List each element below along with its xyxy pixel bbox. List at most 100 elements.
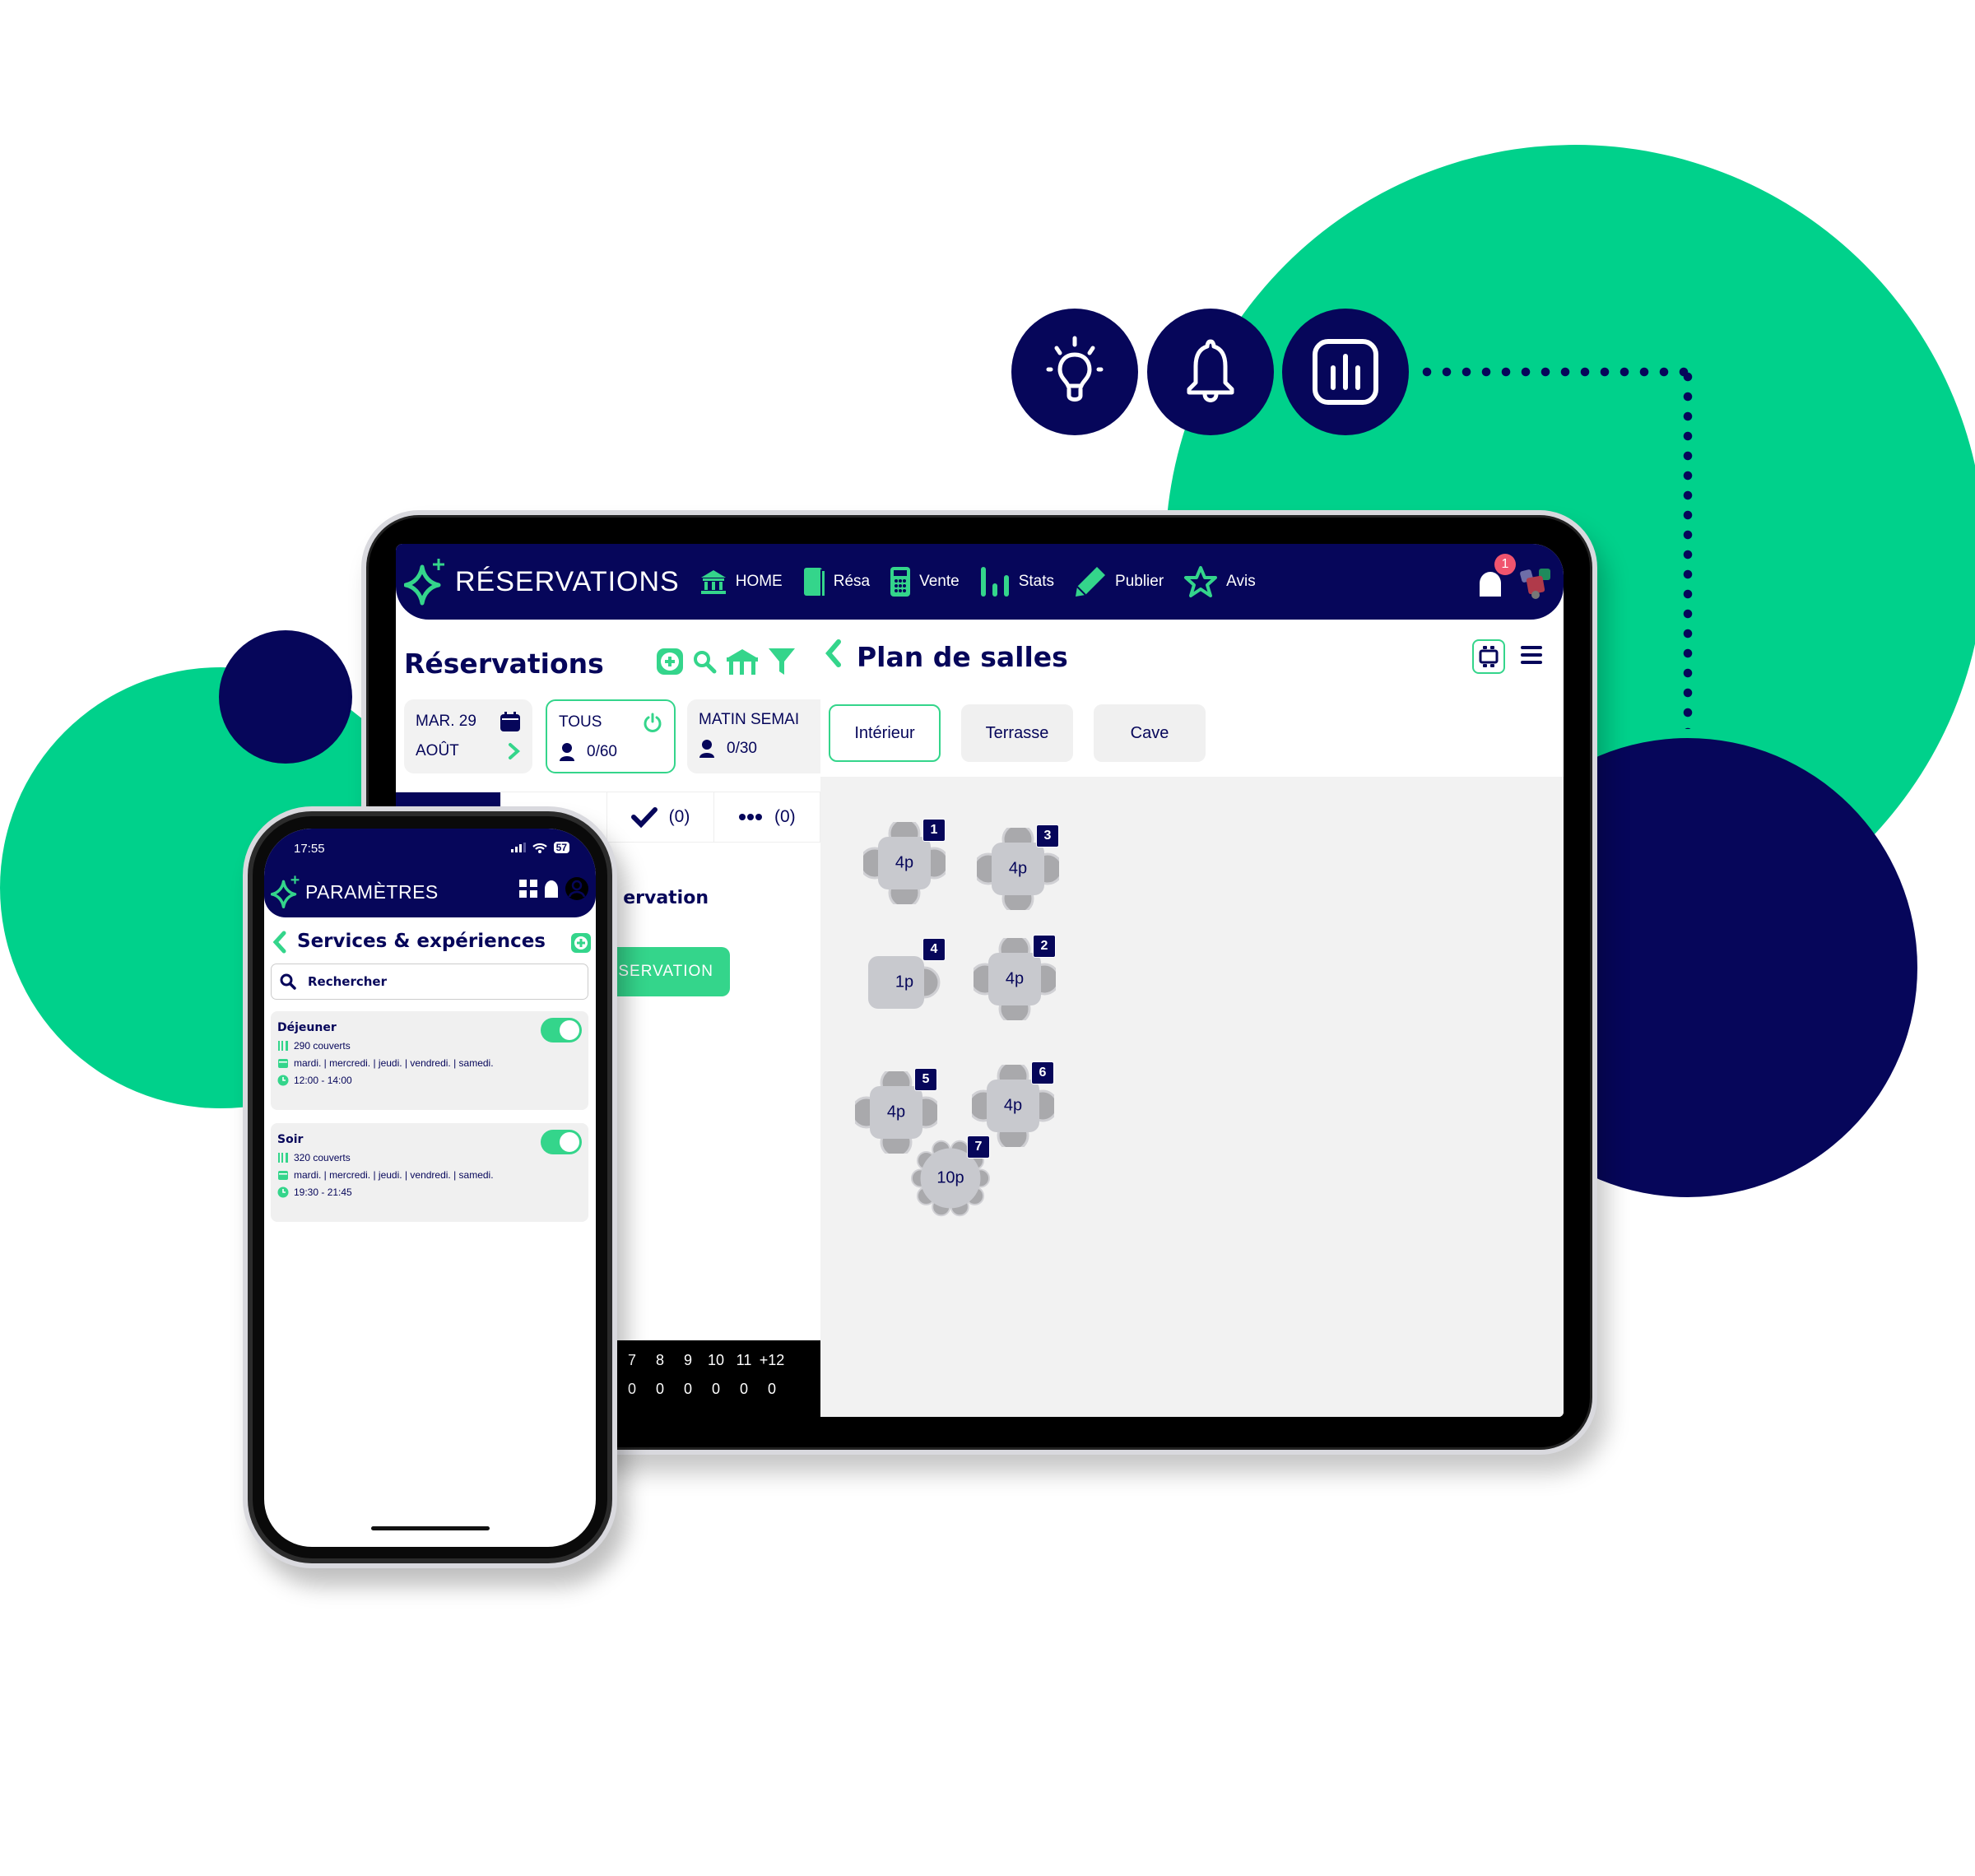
service-card[interactable]: Soir 320 couverts mardi. | mercredi. | jeu…: [271, 1123, 588, 1222]
date-selector-card[interactable]: MAR. 29 AOÛT: [404, 699, 532, 773]
service-days: mardi. | mercredi. | jeudi. | vendredi. …: [294, 1057, 494, 1069]
hamburger-menu-icon[interactable]: [1520, 644, 1543, 666]
hour-count: 0: [739, 1381, 748, 1397]
battery-indicator: 57: [553, 842, 569, 853]
power-icon: [644, 713, 662, 732]
date-month: AOÛT: [416, 742, 459, 759]
sparkle-logo-icon: [404, 559, 444, 606]
search-field[interactable]: [271, 964, 588, 1000]
dotted-connector-horizontal: [1417, 367, 1689, 377]
service-hours: 19:30 - 21:45: [294, 1186, 352, 1198]
calculator-icon: [890, 567, 911, 597]
user-avatar-icon[interactable]: [565, 876, 589, 901]
notification-badge: 1: [1494, 554, 1516, 575]
lightbulb-feature-badge: [1011, 309, 1138, 435]
floor-table[interactable]: 1p 4: [863, 938, 946, 1024]
filter-icon[interactable]: [768, 647, 796, 676]
phone-app-title: PARAMÈTRES: [305, 880, 439, 903]
stats-chart-icon: [1313, 339, 1378, 405]
table-number-badge: 2: [1033, 935, 1056, 958]
service-card-count: 0/60: [587, 743, 617, 760]
add-icon[interactable]: [656, 648, 684, 676]
phone-screen: 17:55 57 PARAMÈTRES Services & expérienc…: [264, 829, 596, 1547]
nav-publier-label: Publier: [1115, 573, 1164, 590]
service-card-count: 0/30: [727, 740, 757, 757]
nav-vente[interactable]: Vente: [890, 566, 960, 597]
add-service-button[interactable]: [571, 933, 591, 953]
room-tab-terrasse[interactable]: Terrasse: [961, 704, 1073, 762]
bar-chart-icon: [980, 567, 1009, 597]
cutlery-icon: [278, 1041, 288, 1051]
nav-stats[interactable]: Stats: [979, 565, 1054, 598]
home-indicator[interactable]: [371, 1526, 490, 1530]
hours-grid: 7 8 9 10 11 +12 0 0 0 0 0 0: [618, 1352, 786, 1398]
tab-confirmed[interactable]: (0): [607, 792, 714, 842]
view-toggle-button[interactable]: [1472, 639, 1505, 674]
tab-more[interactable]: (0): [714, 792, 820, 842]
service-covers: 320 couverts: [294, 1152, 351, 1163]
bell-feature-badge: [1147, 309, 1274, 435]
service-card-tous[interactable]: TOUS 0/60: [546, 699, 676, 773]
floor-plan-title: Plan de salles: [857, 641, 1068, 673]
table-number-badge: 7: [967, 1135, 990, 1159]
floor-table[interactable]: 4p 3: [972, 823, 1064, 915]
nav-publier[interactable]: Publier: [1074, 565, 1164, 598]
table-number-badge: 3: [1036, 824, 1059, 847]
hour-count: 0: [711, 1381, 720, 1397]
clock-icon: [277, 1186, 289, 1198]
tab-count: (0): [668, 807, 690, 826]
tab-selected-indicator[interactable]: [396, 792, 501, 807]
hour-label: 11: [736, 1352, 752, 1368]
grid-icon[interactable]: [518, 879, 538, 899]
service-card-matin-semaine[interactable]: MATIN SEMAI 0/30: [687, 699, 820, 773]
table-number-badge: 4: [922, 938, 946, 961]
nav-home-label: HOME: [735, 573, 783, 590]
reservation-toolbar: [656, 647, 796, 676]
hour-count: 0: [627, 1381, 636, 1397]
room-tab-cave[interactable]: Cave: [1094, 704, 1206, 762]
floor-table[interactable]: 4p 1: [858, 817, 950, 909]
app-logo[interactable]: RÉSERVATIONS: [404, 557, 680, 606]
service-card-label: MATIN SEMAI: [699, 711, 800, 728]
service-hours: 12:00 - 14:00: [294, 1075, 352, 1086]
user-avatar[interactable]: [1519, 567, 1552, 600]
table-layout-icon: [1479, 646, 1499, 667]
back-chevron-icon[interactable]: [272, 931, 287, 954]
table-capacity: 4p: [1003, 1096, 1023, 1115]
calendar-icon: [500, 712, 520, 731]
search-icon[interactable]: [692, 649, 717, 674]
nav-resa-label: Résa: [833, 573, 871, 590]
chevron-right-icon[interactable]: [508, 742, 521, 760]
notifications-button[interactable]: 1: [1476, 554, 1519, 600]
person-icon: [560, 743, 574, 761]
phone-header: 17:55 57 PARAMÈTRES: [264, 829, 596, 917]
nav-avis[interactable]: Avis: [1183, 565, 1256, 598]
nav-avis-label: Avis: [1226, 573, 1256, 590]
bell-icon: [1187, 339, 1234, 402]
hour-label: 8: [655, 1352, 664, 1368]
stats-feature-badge: [1282, 309, 1409, 435]
table-icon[interactable]: [725, 648, 760, 676]
bell-fill-icon[interactable]: [543, 880, 560, 898]
nav-resa[interactable]: Résa: [802, 566, 870, 597]
floor-table[interactable]: 4p 2: [969, 933, 1061, 1025]
phone-header-actions: [518, 876, 589, 901]
table-number-badge: 5: [914, 1068, 937, 1091]
back-chevron-icon[interactable]: [824, 638, 843, 668]
phone-app-logo[interactable]: PARAMÈTRES: [271, 875, 439, 909]
search-input[interactable]: [308, 974, 555, 989]
hour-count: 0: [655, 1381, 664, 1397]
table-number-badge: 6: [1031, 1061, 1054, 1084]
service-name: Soir: [277, 1133, 304, 1146]
table-capacity: 4p: [1008, 859, 1028, 878]
floor-table[interactable]: 10p 7: [911, 1135, 990, 1218]
service-covers: 290 couverts: [294, 1040, 351, 1052]
service-enabled-toggle[interactable]: [541, 1130, 582, 1154]
table-capacity: 1p: [895, 973, 914, 991]
service-card[interactable]: Déjeuner 290 couverts mardi. | mercredi. |…: [271, 1011, 588, 1110]
room-tab-interieur[interactable]: Intérieur: [829, 704, 941, 762]
floor-table[interactable]: 4p 6: [967, 1060, 1059, 1152]
check-icon: [630, 807, 658, 828]
nav-home[interactable]: HOME: [699, 569, 783, 595]
service-enabled-toggle[interactable]: [541, 1018, 582, 1042]
